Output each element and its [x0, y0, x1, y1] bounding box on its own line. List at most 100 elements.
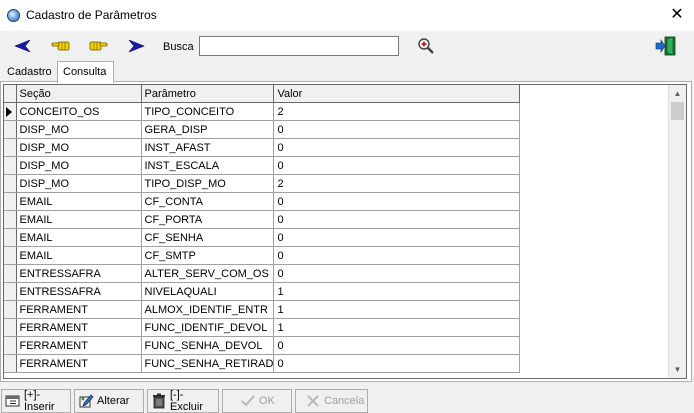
cell-secao[interactable]: FERRAMENT [16, 300, 142, 319]
table-row[interactable]: FERRAMENT FUNC_SENHA_RETIRAD 0 [4, 354, 521, 373]
cell-secao[interactable]: EMAIL [16, 246, 142, 265]
cell-parametro[interactable]: INST_ESCALA [141, 156, 275, 175]
table-row[interactable]: EMAIL CF_SMTP 0 [4, 246, 521, 265]
table-row[interactable]: CONCEITO_OS TIPO_CONCEITO 2 [4, 102, 521, 121]
column-header-valor[interactable]: Valor [273, 85, 521, 103]
cell-secao[interactable]: CONCEITO_OS [16, 102, 142, 121]
cell-secao[interactable]: EMAIL [16, 228, 142, 247]
table-row[interactable]: DISP_MO TIPO_DISP_MO 2 [4, 174, 521, 193]
row-indicator[interactable] [4, 336, 17, 355]
scroll-up-icon[interactable]: ▲ [669, 85, 686, 102]
table-row[interactable]: DISP_MO GERA_DISP 0 [4, 120, 521, 139]
cell-valor[interactable]: 1 [273, 318, 521, 337]
cell-parametro[interactable]: ALMOX_IDENTIF_ENTR [141, 300, 275, 319]
cell-parametro[interactable]: CF_SMTP [141, 246, 275, 265]
scroll-thumb[interactable] [671, 102, 684, 120]
search-button[interactable] [413, 35, 439, 57]
row-indicator[interactable] [4, 174, 17, 193]
cell-valor[interactable]: 1 [273, 300, 521, 319]
cell-secao[interactable]: FERRAMENT [16, 336, 142, 355]
inserir-button[interactable]: [+]-Inserir [1, 389, 71, 413]
cell-valor[interactable]: 0 [273, 192, 521, 211]
column-header-parametro[interactable]: Parâmetro [141, 85, 275, 103]
cell-valor[interactable]: 0 [273, 138, 521, 157]
cell-parametro[interactable]: FUNC_SENHA_RETIRAD [141, 354, 275, 373]
table-row[interactable]: FERRAMENT FUNC_SENHA_DEVOL 0 [4, 336, 521, 355]
cancela-button[interactable]: Cancela [295, 389, 368, 413]
column-header-secao[interactable]: Seção [16, 85, 142, 103]
row-indicator[interactable] [4, 210, 17, 229]
row-indicator[interactable] [4, 300, 17, 319]
search-input[interactable] [199, 36, 399, 56]
cell-valor[interactable]: 0 [273, 156, 521, 175]
cell-valor[interactable]: 0 [273, 264, 521, 283]
cell-secao[interactable]: ENTRESSAFRA [16, 264, 142, 283]
cell-parametro[interactable]: TIPO_DISP_MO [141, 174, 275, 193]
table-row[interactable]: FERRAMENT ALMOX_IDENTIF_ENTR 1 [4, 300, 521, 319]
last-record-button[interactable] [124, 35, 150, 57]
cell-valor[interactable]: 0 [273, 228, 521, 247]
table-row[interactable]: FERRAMENT FUNC_IDENTIF_DEVOL 1 [4, 318, 521, 337]
cell-parametro[interactable]: INST_AFAST [141, 138, 275, 157]
cell-valor[interactable]: 0 [273, 120, 521, 139]
cell-parametro[interactable]: ALTER_SERV_COM_OS [141, 264, 275, 283]
ok-button[interactable]: OK [222, 389, 292, 413]
cell-parametro[interactable]: NIVELAQUALI [141, 282, 275, 301]
cell-parametro[interactable]: FUNC_IDENTIF_DEVOL [141, 318, 275, 337]
excluir-button[interactable]: [-]-Excluir [147, 389, 219, 413]
cell-secao[interactable]: FERRAMENT [16, 318, 142, 337]
cell-valor[interactable]: 0 [273, 336, 521, 355]
first-record-button[interactable] [9, 35, 35, 57]
parameters-grid[interactable]: Seção Parâmetro Valor CONCEITO_OS TIPO_CO… [3, 84, 687, 379]
row-indicator[interactable] [4, 156, 17, 175]
alterar-button[interactable]: Alterar [74, 389, 144, 413]
row-indicator[interactable] [4, 246, 17, 265]
cell-valor[interactable]: 0 [273, 246, 521, 265]
table-row[interactable]: DISP_MO INST_AFAST 0 [4, 138, 521, 157]
prev-record-button[interactable] [48, 35, 74, 57]
cell-parametro[interactable]: FUNC_SENHA_DEVOL [141, 336, 275, 355]
next-record-button[interactable] [85, 35, 111, 57]
tab-consulta[interactable]: Consulta [57, 61, 114, 83]
row-indicator[interactable] [4, 120, 17, 139]
row-indicator[interactable] [4, 102, 17, 121]
arrow-first-icon [14, 39, 31, 53]
cell-secao[interactable]: EMAIL [16, 210, 142, 229]
row-indicator[interactable] [4, 228, 17, 247]
table-row[interactable]: EMAIL CF_SENHA 0 [4, 228, 521, 247]
row-indicator[interactable] [4, 264, 17, 283]
tab-cadastro[interactable]: Cadastro [2, 65, 57, 82]
cell-valor[interactable]: 0 [273, 210, 521, 229]
cell-secao[interactable]: FERRAMENT [16, 354, 142, 373]
cell-parametro[interactable]: CF_CONTA [141, 192, 275, 211]
cell-secao[interactable]: DISP_MO [16, 156, 142, 175]
table-row[interactable]: DISP_MO INST_ESCALA 0 [4, 156, 521, 175]
table-row[interactable]: EMAIL CF_PORTA 0 [4, 210, 521, 229]
cell-secao[interactable]: DISP_MO [16, 138, 142, 157]
exit-button[interactable] [653, 35, 679, 57]
cell-secao[interactable]: ENTRESSAFRA [16, 282, 142, 301]
table-row[interactable]: EMAIL CF_CONTA 0 [4, 192, 521, 211]
row-indicator[interactable] [4, 282, 17, 301]
row-indicator[interactable] [4, 318, 17, 337]
title-bar: Cadastro de Parâmetros ✕ [0, 0, 694, 31]
cell-secao[interactable]: EMAIL [16, 192, 142, 211]
cell-secao[interactable]: DISP_MO [16, 120, 142, 139]
cell-parametro[interactable]: GERA_DISP [141, 120, 275, 139]
cell-parametro[interactable]: CF_PORTA [141, 210, 275, 229]
row-indicator[interactable] [4, 192, 17, 211]
cell-parametro[interactable]: TIPO_CONCEITO [141, 102, 275, 121]
cell-valor[interactable]: 0 [273, 354, 521, 373]
row-indicator[interactable] [4, 354, 17, 373]
scroll-down-icon[interactable]: ▼ [669, 361, 686, 378]
vertical-scrollbar[interactable]: ▲ ▼ [668, 85, 686, 378]
cell-valor[interactable]: 2 [273, 174, 521, 193]
close-button[interactable]: ✕ [660, 0, 694, 30]
cell-secao[interactable]: DISP_MO [16, 174, 142, 193]
table-row[interactable]: ENTRESSAFRA NIVELAQUALI 1 [4, 282, 521, 301]
cell-valor[interactable]: 1 [273, 282, 521, 301]
cell-valor[interactable]: 2 [273, 102, 521, 121]
table-row[interactable]: ENTRESSAFRA ALTER_SERV_COM_OS 0 [4, 264, 521, 283]
row-indicator[interactable] [4, 138, 17, 157]
cell-parametro[interactable]: CF_SENHA [141, 228, 275, 247]
